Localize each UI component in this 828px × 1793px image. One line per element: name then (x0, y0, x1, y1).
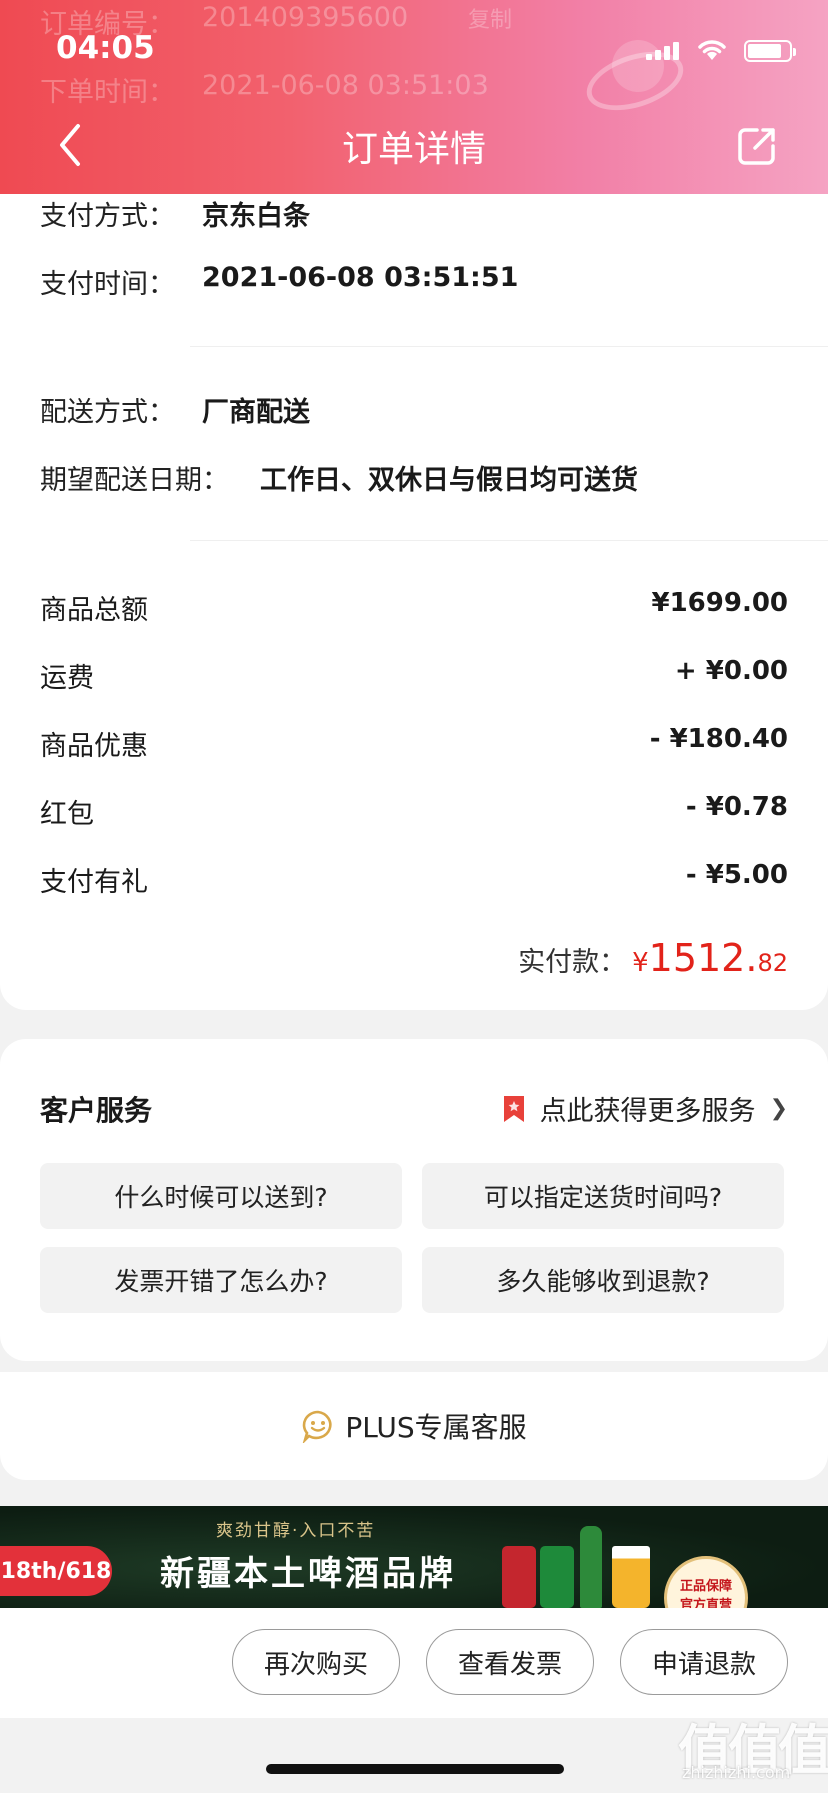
amount-row-goods-total: 商品总额 ¥1699.00 (40, 588, 788, 627)
divider (190, 346, 828, 347)
payment-time-label: 支付时间： (40, 269, 175, 300)
ghost-time-value: 2021-06-08 03:51:03 (202, 70, 489, 101)
faq-delivery-time-button[interactable]: 什么时候可以送到? (40, 1163, 402, 1229)
customer-service-card: 客户服务 点此获得更多服务 ❯ 什么时候可以送到? 可以指定送货时间吗? 发票开… (0, 1039, 828, 1361)
more-service-link[interactable]: 点此获得更多服务 ❯ (502, 1089, 788, 1128)
apply-refund-button[interactable]: 申请退款 (620, 1629, 788, 1695)
total-decimal: 82 (757, 949, 788, 977)
payment-method-row: 支付方式： 京东白条 (40, 194, 310, 233)
ghost-time-label: 下单时间： (40, 77, 175, 108)
banner-title: 新疆本土啤酒品牌 (160, 1554, 456, 1594)
badge-line1: 正品保障 (679, 1579, 732, 1594)
more-service-label: 点此获得更多服务 (539, 1096, 756, 1127)
home-indicator[interactable] (266, 1764, 564, 1774)
payment-time-row: 支付时间： 2021-06-08 03:51:51 (40, 262, 518, 301)
total-label: 实付款： (518, 947, 627, 978)
rebuy-button[interactable]: 再次购买 (232, 1629, 400, 1695)
ghost-order-number: 201409395600 (202, 2, 409, 33)
amount-row-payment-gift: 支付有礼 - ¥5.00 (40, 860, 788, 899)
ghost-copy-link: 复制 (468, 8, 513, 33)
smile-chat-icon (303, 1410, 332, 1443)
view-invoice-button[interactable]: 查看发票 (426, 1629, 594, 1695)
total-paid: 实付款： ¥ 1512. 82 (518, 936, 788, 980)
delivery-method-value: 厂商配送 (202, 397, 310, 428)
bookmark-icon (503, 1095, 524, 1122)
page-title: 订单详情 (341, 129, 486, 170)
wifi-icon (698, 40, 726, 60)
banner-618-tag: 18th/618 (0, 1546, 112, 1596)
payment-method-value: 京东白条 (202, 201, 310, 232)
amount-label: 商品总额 (40, 595, 148, 626)
total-currency: ¥ (632, 948, 649, 978)
badge-line2: 官方直营 (679, 1598, 732, 1608)
amount-label: 支付有礼 (40, 867, 148, 898)
amount-row-discount: 商品优惠 - ¥180.40 (40, 724, 788, 763)
faq-refund-time-button[interactable]: 多久能够收到退款? (422, 1247, 784, 1313)
delivery-date-value: 工作日、双休日与假日均可送货 (260, 465, 638, 496)
total-integer: 1512. (648, 936, 758, 980)
amount-label: 商品优惠 (40, 731, 148, 762)
faq-invoice-error-button[interactable]: 发票开错了怎么办? (40, 1247, 402, 1313)
watermark-url: zhizhizhi.com (682, 1763, 791, 1782)
amount-value: + ¥0.00 (674, 656, 788, 686)
authentic-badge: 正品保障 官方直营 (664, 1556, 748, 1608)
amount-value: - ¥0.78 (685, 792, 788, 822)
banner-subtitle: 爽劲甘醇·入口不苦 (216, 1521, 376, 1541)
delivery-method-label: 配送方式： (40, 397, 175, 428)
bottom-action-bar: 再次购买 查看发票 申请退款 (0, 1608, 828, 1718)
plus-service-button[interactable]: PLUS专属客服 (0, 1372, 828, 1480)
status-time: 04:05 (56, 30, 155, 66)
divider (190, 540, 828, 541)
beer-can-image (540, 1546, 574, 1608)
ad-banner[interactable]: 18th/618 爽劲甘醇·入口不苦 新疆本土啤酒品牌 正品保障 官方直营 (0, 1506, 828, 1608)
beer-glass-image (612, 1546, 650, 1608)
beer-bottle-image (580, 1526, 602, 1608)
amount-label: 红包 (40, 799, 94, 830)
amount-label: 运费 (40, 663, 94, 694)
plus-service-label: PLUS专属客服 (345, 1411, 527, 1444)
header-bar: 订单编号： 201409395600 复制 下单时间： 2021-06-08 0… (0, 0, 828, 194)
payment-time-value: 2021-06-08 03:51:51 (202, 262, 519, 293)
amount-value: ¥1699.00 (651, 588, 788, 618)
share-icon[interactable] (735, 124, 779, 168)
signal-icon (646, 42, 679, 60)
order-info-card: 支付方式： 京东白条 支付时间： 2021-06-08 03:51:51 配送方… (0, 194, 828, 1010)
amount-value: - ¥5.00 (685, 860, 788, 890)
delivery-date-row: 期望配送日期： 工作日、双休日与假日均可送货 (40, 458, 638, 497)
beer-can-image (502, 1546, 536, 1608)
service-title: 客户服务 (40, 1094, 153, 1127)
delivery-date-label: 期望配送日期： (40, 465, 229, 496)
ghost-order-time-row: 下单时间： 2021-06-08 03:51:03 (40, 70, 489, 109)
amount-row-shipping: 运费 + ¥0.00 (40, 656, 788, 695)
battery-icon (744, 40, 796, 62)
faq-schedule-delivery-button[interactable]: 可以指定送货时间吗? (422, 1163, 784, 1229)
chevron-right-icon: ❯ (769, 1096, 788, 1121)
amount-value: - ¥180.40 (649, 724, 788, 754)
amount-row-red-packet: 红包 - ¥0.78 (40, 792, 788, 831)
payment-method-label: 支付方式： (40, 201, 175, 232)
delivery-method-row: 配送方式： 厂商配送 (40, 390, 310, 429)
